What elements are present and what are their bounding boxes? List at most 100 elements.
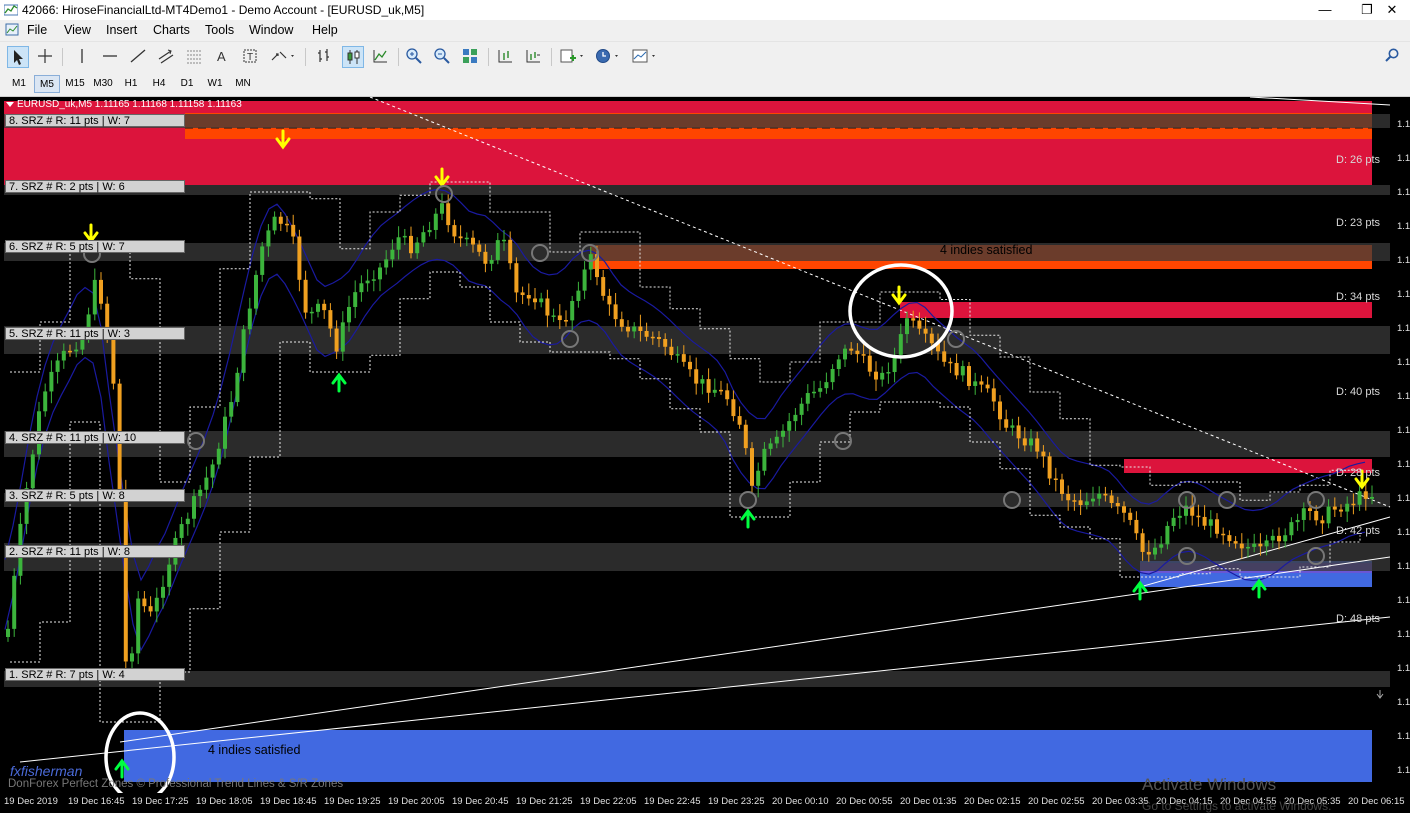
candle-body [371,279,376,281]
menu-help[interactable]: Help [312,23,338,37]
autoscroll-button[interactable] [523,46,545,68]
chart-dropdown-icon[interactable] [6,101,14,107]
text-tool-button[interactable]: A [212,46,234,68]
time-axis-label: 19 Dec 19:25 [324,796,381,807]
candle-body [533,298,537,303]
timeframe-mn[interactable]: MN [230,75,256,93]
candle-body [216,448,221,465]
text-icon: A [217,49,226,64]
candle-body [1004,419,1009,428]
vertical-line-button[interactable] [72,46,94,68]
trendline-button[interactable] [128,46,150,68]
scroll-down-icon[interactable] [1376,690,1384,699]
time-axis-label: 19 Dec 2019 [4,796,58,807]
crosshair-tool-button[interactable] [35,46,57,68]
price-axis-label: 1.1 [1397,153,1410,164]
clock-icon [596,49,618,63]
chart-window[interactable]: 1.1 1.1 1.1 1.1 1.1 1.1 1.1 1.1 1.1 1.1 1.1 1.1 1.1 1… [0,97,1410,813]
price-axis-label: 1.1 [1397,459,1410,470]
candle-body [632,326,637,332]
menu-window[interactable]: Window [249,23,293,37]
candle-body [390,249,395,260]
candle-body [545,298,550,316]
price-chart[interactable]: 1.1 1.1 1.1 1.1 1.1 1.1 1.1 1.1 1.1 1.1 1.1 1.1 1.1 1… [0,97,1410,793]
candle-body [1233,541,1238,544]
templates-dropdown-button[interactable] [630,46,660,68]
srz-band-1 [4,671,1390,687]
candle-body [650,336,655,339]
candle-body [477,244,482,252]
candle-body [781,430,785,437]
zoom-out-button[interactable] [432,46,454,68]
candle-body [1134,519,1139,534]
price-axis-label: 1.1 [1397,697,1410,708]
candle-body [99,279,103,304]
fibonacci-button[interactable] [184,46,206,68]
candle-body [198,489,203,497]
candle-body [353,292,358,307]
template-icon [632,49,655,63]
candle-body [154,597,159,612]
timeframe-m1[interactable]: M1 [6,75,32,93]
menu-view[interactable]: View [64,23,91,37]
candle-body [1016,425,1021,439]
candle-body [967,366,971,386]
timeframe-d1[interactable]: D1 [174,75,200,93]
horizontal-line-icon [103,55,117,57]
candle-body [483,251,488,264]
distance-label: D: 23 pts [1336,217,1381,229]
timeframe-h4[interactable]: H4 [146,75,172,93]
candle-body [929,333,934,344]
candle-body [898,334,903,355]
price-axis-label: 1.1 [1397,255,1410,266]
periods-dropdown-button[interactable] [593,46,623,68]
bar-chart-button[interactable] [314,46,336,68]
timeframe-h1[interactable]: H1 [118,75,144,93]
menu-charts[interactable]: Charts [153,23,190,37]
candle-body [576,290,581,301]
arrows-dropdown-button[interactable] [268,46,298,68]
chart-shift-button[interactable] [495,46,517,68]
horizontal-line-button[interactable] [100,46,122,68]
timeframe-m5[interactable]: M5 [34,75,60,93]
chart-header: EURUSD_uk,M5 1.11165 1.11168 1.11158 1.1… [6,99,242,110]
candle-body [1208,519,1213,526]
text-label-button[interactable]: T [240,46,262,68]
candle-body [694,369,699,384]
zoom-in-button[interactable] [404,46,426,68]
candle-body [954,363,959,376]
equidistant-channel-button[interactable] [156,46,178,68]
menu-file[interactable]: File [27,23,47,37]
time-axis-label: 20 Dec 06:15 [1348,796,1405,807]
candle-body [849,348,854,351]
indicators-dropdown-button[interactable] [558,46,588,68]
price-axis-label: 1.1 [1397,629,1410,640]
activate-windows-subtitle: Go to Settings to activate Windows. [1142,799,1332,813]
zoom-out-icon [434,48,450,64]
candle-body [731,399,736,417]
candle-body [1289,522,1294,536]
menu-insert[interactable]: Insert [106,23,137,37]
candle-body [768,443,773,449]
candle-body [1357,491,1362,505]
tile-windows-button[interactable] [460,46,482,68]
candle-body [495,240,500,260]
cursor-tool-button[interactable] [7,46,29,68]
menu-tools[interactable]: Tools [205,23,234,37]
document-icon[interactable] [5,23,19,36]
time-axis-label: 20 Dec 02:15 [964,796,1021,807]
line-chart-button[interactable] [370,46,392,68]
timeframe-w1[interactable]: W1 [202,75,228,93]
minimize-button[interactable]: — [1302,0,1348,20]
timeframe-m15[interactable]: M15 [62,75,88,93]
chart-shift-icon [498,50,512,63]
candle-body [1084,501,1089,506]
candle-body [526,295,531,299]
close-button[interactable]: ✕ [1369,0,1410,20]
search-icon[interactable] [1384,47,1400,63]
price-axis-label: 1.1 [1397,595,1410,606]
candlestick-chart-button[interactable] [342,46,364,68]
time-axis-label: 19 Dec 22:45 [644,796,701,807]
price-axis-label: 1.1 [1397,221,1410,232]
timeframe-m30[interactable]: M30 [90,75,116,93]
